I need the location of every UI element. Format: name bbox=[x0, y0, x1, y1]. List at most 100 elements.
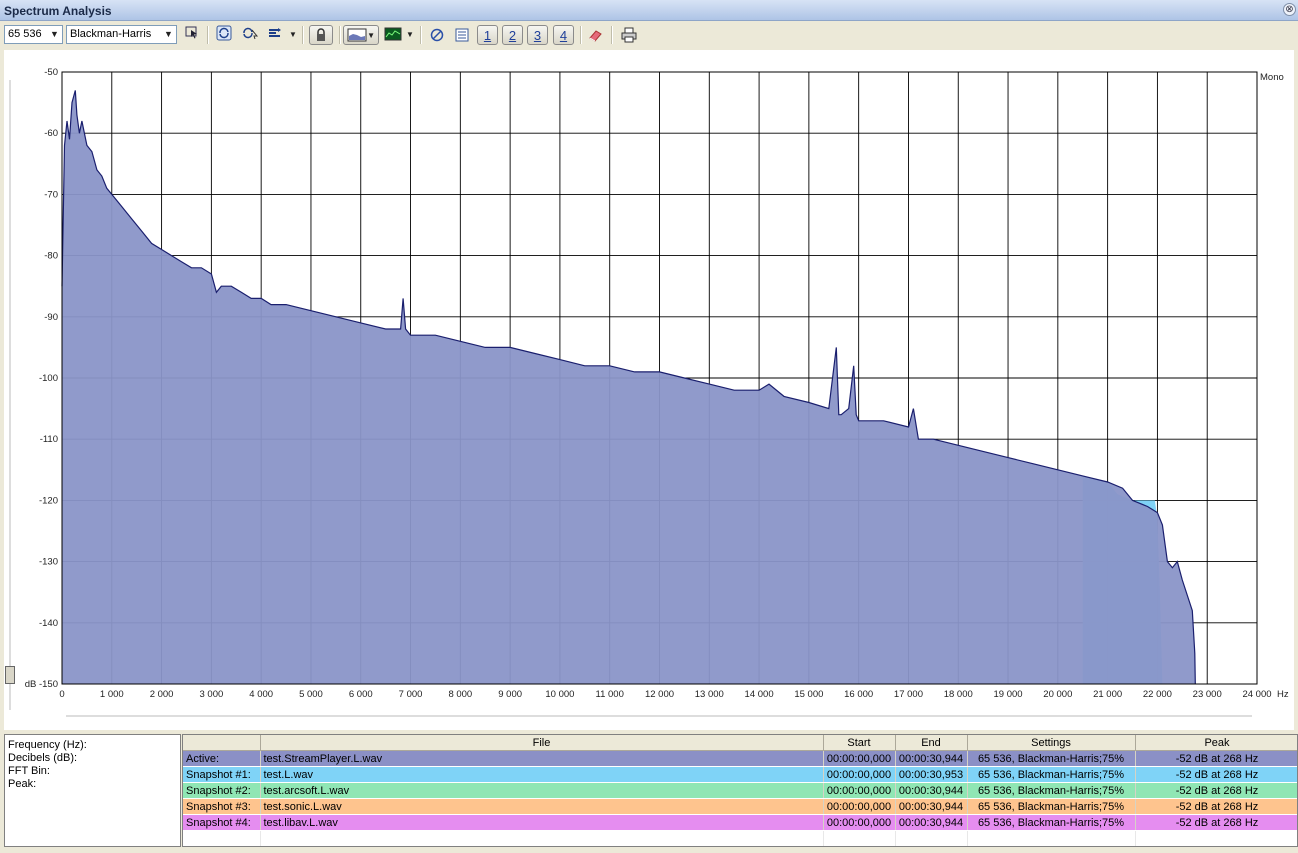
table-row[interactable]: Active: test.StreamPlayer.L.wav 00:00:00,0… bbox=[183, 750, 1297, 767]
x-tick-label: 21 000 bbox=[1093, 689, 1122, 700]
table-cell-settings: 65 536, Blackman-Harris;75% bbox=[967, 750, 1136, 767]
eraser-icon[interactable] bbox=[587, 25, 605, 45]
x-tick-label: 22 000 bbox=[1143, 689, 1172, 700]
y-tick-label: -60 bbox=[44, 128, 58, 139]
window-title: Spectrum Analysis bbox=[4, 4, 112, 18]
refresh-icon[interactable] bbox=[215, 25, 233, 45]
table-cell-end: 00:00:30,944 bbox=[895, 814, 968, 831]
table-cell-settings: 65 536, Blackman-Harris;75% bbox=[967, 766, 1136, 783]
x-tick-label: 0 bbox=[59, 689, 64, 700]
column-header-settings[interactable]: Settings bbox=[967, 735, 1136, 751]
select-region-icon[interactable] bbox=[184, 25, 200, 45]
y-tick-label: -110 bbox=[40, 434, 58, 445]
table-cell-empty bbox=[260, 830, 824, 846]
x-tick-label: 4 000 bbox=[249, 689, 273, 700]
table-cell-peak: -52 dB at 268 Hz bbox=[1135, 798, 1297, 815]
spectrogram-icon[interactable] bbox=[383, 25, 403, 45]
x-tick-label: 10 000 bbox=[545, 689, 574, 700]
clear-snapshots-icon[interactable] bbox=[428, 25, 446, 45]
toolbar-separator bbox=[302, 26, 304, 44]
table-row[interactable]: Snapshot #3: test.sonic.L.wav 00:00:00,000… bbox=[183, 798, 1297, 815]
table-cell-end: 00:00:30,944 bbox=[895, 798, 968, 815]
x-tick-label: 20 000 bbox=[1043, 689, 1072, 700]
channel-label: Mono bbox=[1260, 72, 1284, 83]
y-tick-label: -80 bbox=[44, 251, 58, 262]
table-cell-start: 00:00:00,000 bbox=[823, 750, 896, 767]
table-cell-end: 00:00:30,944 bbox=[895, 782, 968, 799]
y-axis-labels: -50 -60 -70 -80 -90 -100 -110 -120 -130 -140 dB -1… bbox=[25, 67, 58, 690]
x-tick-label: 7 000 bbox=[399, 689, 423, 700]
snapshot-list-icon[interactable] bbox=[453, 25, 471, 45]
display-mode-button[interactable]: ▼ bbox=[343, 25, 379, 45]
spectrum-chart-area[interactable]: -50 -60 -70 -80 -90 -100 -110 -120 -130 -140 dB -1… bbox=[4, 50, 1294, 730]
y-tick-label: -90 bbox=[44, 312, 58, 323]
auto-refresh-icon[interactable] bbox=[240, 25, 260, 45]
table-header-row: File Start End Settings Peak bbox=[183, 735, 1297, 751]
table-cell-label: Snapshot #4: bbox=[183, 814, 261, 831]
x-tick-label: 6 000 bbox=[349, 689, 373, 700]
table-cell-start: 00:00:00,000 bbox=[823, 766, 896, 783]
close-icon[interactable]: ⊗ bbox=[1283, 3, 1296, 16]
x-tick-label: 18 000 bbox=[944, 689, 973, 700]
table-cell-peak: -52 dB at 268 Hz bbox=[1135, 766, 1297, 783]
y-tick-label: dB -150 bbox=[25, 679, 58, 690]
table-cell-peak: -52 dB at 268 Hz bbox=[1135, 782, 1297, 799]
fft-bin-label: FFT Bin: bbox=[8, 765, 50, 777]
toolbar-separator bbox=[207, 26, 209, 44]
cursor-info-panel: Frequency (Hz): Decibels (dB): FFT Bin: … bbox=[4, 734, 181, 847]
table-cell-end: 00:00:30,944 bbox=[895, 750, 968, 767]
scale-options-icon[interactable] bbox=[266, 25, 284, 45]
table-cell-empty bbox=[895, 830, 968, 846]
x-axis-labels: 0 1 000 2 000 3 000 4 000 5 000 6 000 7 000 8 00… bbox=[59, 689, 1271, 700]
table-row[interactable]: Snapshot #2: test.arcsoft.L.wav 00:00:00,0… bbox=[183, 782, 1297, 799]
table-cell-empty bbox=[1135, 830, 1297, 846]
x-tick-label: 23 000 bbox=[1193, 689, 1222, 700]
x-tick-label: 12 000 bbox=[645, 689, 674, 700]
print-icon[interactable] bbox=[619, 25, 639, 45]
table-cell-label: Snapshot #3: bbox=[183, 798, 261, 815]
y-tick-label: -70 bbox=[44, 189, 58, 200]
column-header-start[interactable]: Start bbox=[823, 735, 896, 751]
window-function-value: Blackman-Harris bbox=[70, 28, 152, 40]
lock-button[interactable] bbox=[309, 25, 333, 45]
window-function-select[interactable]: Blackman-Harris ▼ bbox=[66, 25, 177, 44]
fft-size-select[interactable]: 65 536 ▼ bbox=[4, 25, 63, 44]
table-cell-empty bbox=[823, 830, 896, 846]
snapshot-4-button[interactable]: 4 bbox=[553, 25, 574, 45]
y-tick-label: -130 bbox=[39, 557, 58, 568]
level-slider-handle[interactable] bbox=[5, 666, 15, 684]
y-tick-label: -140 bbox=[39, 618, 58, 629]
table-row[interactable]: Snapshot #1: test.L.wav 00:00:00,000 00:00:… bbox=[183, 766, 1297, 783]
spectrum-chart[interactable]: -50 -60 -70 -80 -90 -100 -110 -120 -130 -140 dB -1… bbox=[4, 50, 1294, 730]
column-header-end[interactable]: End bbox=[895, 735, 968, 751]
column-header-peak[interactable]: Peak bbox=[1135, 735, 1297, 751]
snapshot-1-button[interactable]: 1 bbox=[477, 25, 498, 45]
snapshot-3-button[interactable]: 3 bbox=[527, 25, 548, 45]
y-tick-label: -50 bbox=[44, 67, 58, 78]
column-header[interactable] bbox=[183, 735, 261, 751]
table-cell-start: 00:00:00,000 bbox=[823, 798, 896, 815]
y-tick-label: -120 bbox=[39, 495, 58, 506]
chevron-down-icon: ▼ bbox=[47, 26, 62, 43]
y-tick-label: -100 bbox=[39, 373, 58, 384]
table-row[interactable]: Snapshot #4: test.libav.L.wav 00:00:00,000… bbox=[183, 814, 1297, 831]
toolbar-separator bbox=[339, 26, 341, 44]
fft-size-value: 65 536 bbox=[8, 28, 42, 40]
chevron-down-icon[interactable]: ▼ bbox=[406, 30, 414, 39]
column-header-file[interactable]: File bbox=[260, 735, 824, 751]
chevron-down-icon: ▼ bbox=[161, 26, 176, 43]
table-cell-settings: 65 536, Blackman-Harris;75% bbox=[967, 814, 1136, 831]
table-cell-file: test.StreamPlayer.L.wav bbox=[260, 750, 824, 767]
table-cell-end: 00:00:30,953 bbox=[895, 766, 968, 783]
x-tick-label: 24 000 bbox=[1242, 689, 1271, 700]
table-cell-peak: -52 dB at 268 Hz bbox=[1135, 814, 1297, 831]
x-tick-label: 2 000 bbox=[150, 689, 174, 700]
x-tick-label: 3 000 bbox=[199, 689, 223, 700]
frequency-label: Frequency (Hz): bbox=[8, 739, 87, 751]
table-cell-file: test.L.wav bbox=[260, 766, 824, 783]
x-tick-label: 17 000 bbox=[894, 689, 923, 700]
snapshot-2-button[interactable]: 2 bbox=[502, 25, 523, 45]
snapshot-table-panel: File Start End Settings Peak Active: test… bbox=[182, 734, 1298, 847]
window-titlebar: Spectrum Analysis ⊗ bbox=[0, 0, 1298, 21]
chevron-down-icon[interactable]: ▼ bbox=[289, 30, 297, 39]
